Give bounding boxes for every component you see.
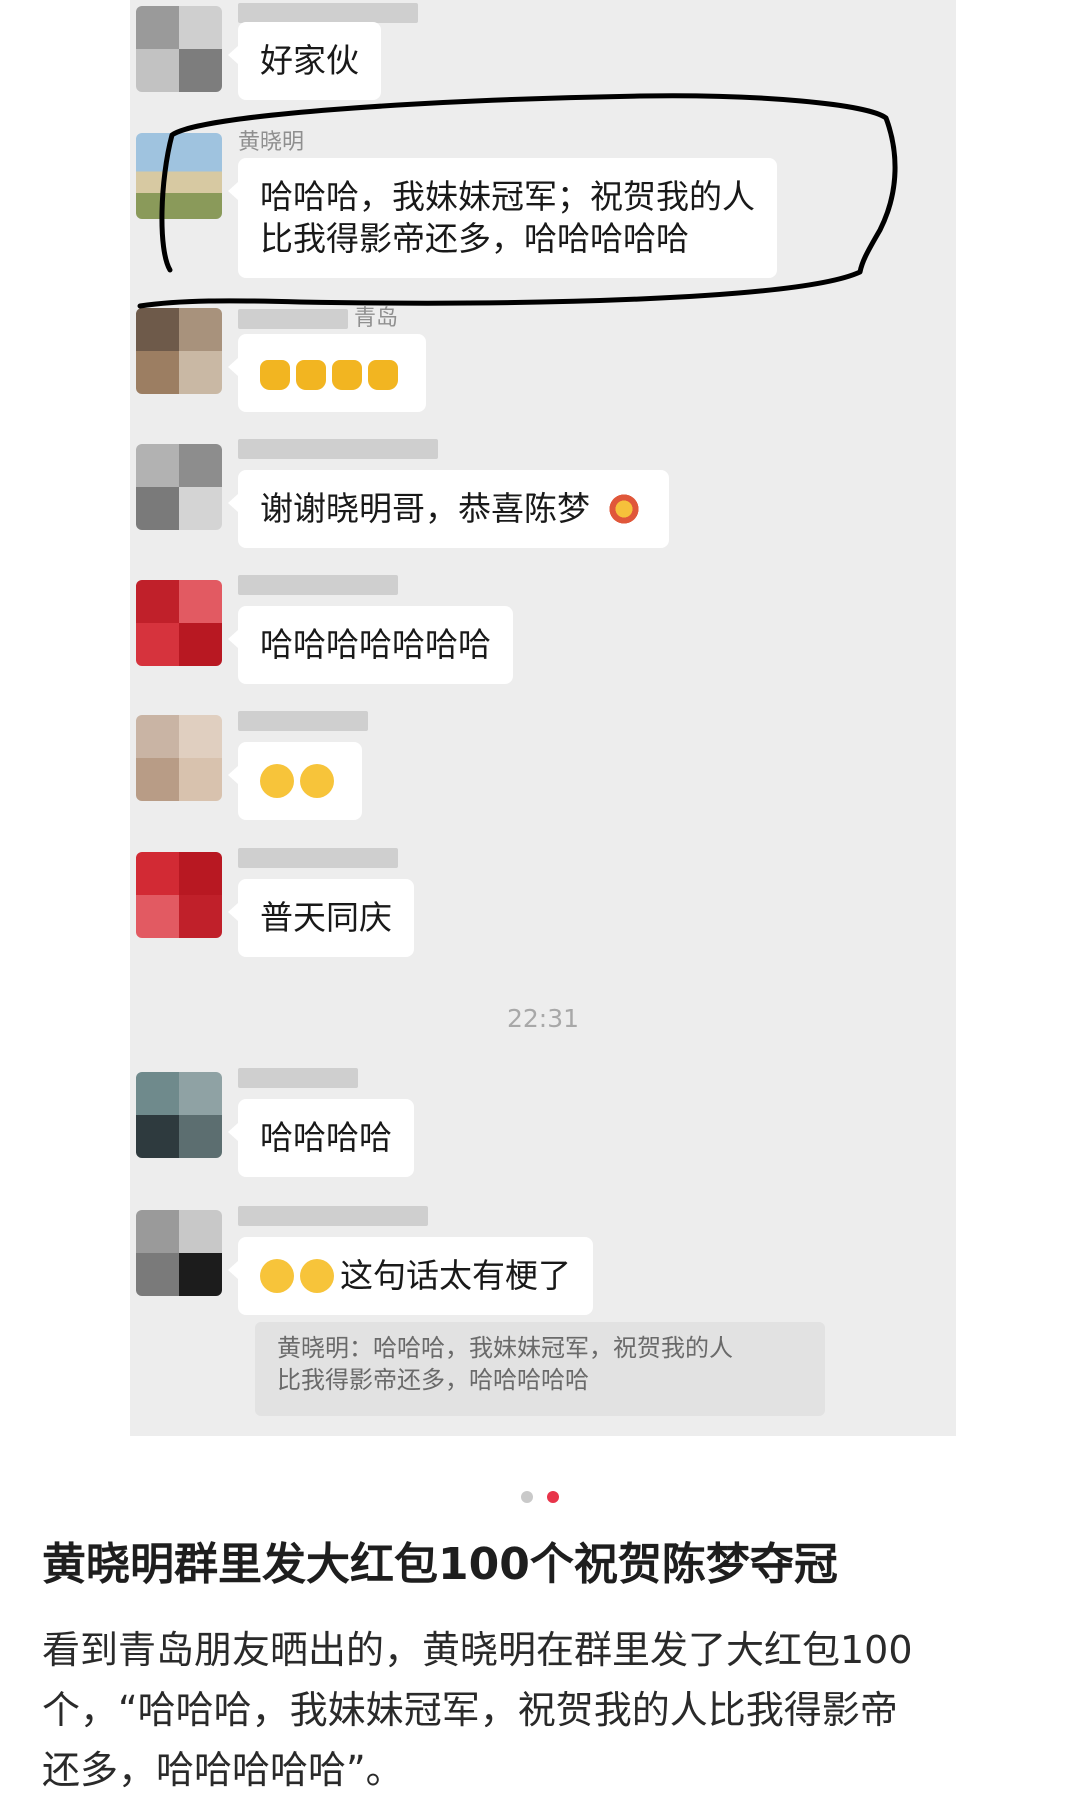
article-body-line: 看到青岛朋友晒出的，黄晓明在群里发了大红包100 bbox=[42, 1628, 913, 1672]
article-body: 看到青岛朋友晒出的，黄晓明在群里发了大红包100 个，“哈哈哈，我妹妹冠军，祝贺… bbox=[42, 1620, 1022, 1800]
message-bubble[interactable] bbox=[228, 334, 426, 412]
message-timestamp: 22:31 bbox=[506, 1004, 580, 1033]
message-bubble[interactable]: 这句话太有梗了 bbox=[228, 1237, 593, 1315]
message-bubble[interactable] bbox=[228, 742, 362, 820]
article-body-line: 个，“哈哈哈，我妹妹冠军，祝贺我的人比我得影帝 bbox=[42, 1688, 898, 1732]
article-title: 黄晓明群里发大红包100个祝贺陈梦夺冠 bbox=[42, 1539, 838, 1590]
avatar[interactable] bbox=[136, 6, 222, 92]
message-bubble[interactable]: 谢谢晓明哥，恭喜陈梦 bbox=[228, 470, 669, 548]
sender-name-text: 青岛 bbox=[354, 306, 399, 331]
sender-name-blurred bbox=[238, 1203, 434, 1228]
avatar[interactable] bbox=[136, 444, 222, 530]
quoted-message[interactable]: 黄晓明：哈哈哈，我妹妹冠军，祝贺我的人 比我得影帝还多，哈哈哈哈哈 bbox=[255, 1322, 825, 1416]
sender-name: 黄晓明 bbox=[238, 130, 305, 155]
thumbs-up-icon bbox=[332, 360, 362, 390]
avatar[interactable] bbox=[136, 580, 222, 666]
message-text: 哈哈哈哈 bbox=[260, 1118, 392, 1157]
laughing-crying-icon bbox=[300, 764, 334, 798]
message-text: 这句话太有梗了 bbox=[340, 1256, 571, 1295]
avatar[interactable] bbox=[136, 1210, 222, 1296]
laughing-icon bbox=[260, 1259, 294, 1293]
avatar[interactable] bbox=[136, 1072, 222, 1158]
sender-name-blurred bbox=[238, 708, 374, 733]
chat-screenshot: 好家伙 黄晓明 哈哈哈，我妹妹冠军；祝贺我的人 比我得影帝还多，哈哈哈哈哈 青岛… bbox=[130, 0, 956, 1436]
thumbs-up-icon bbox=[260, 360, 290, 390]
sender-name-blurred bbox=[238, 845, 404, 870]
quoted-message-line: 比我得影帝还多，哈哈哈哈哈 bbox=[277, 1366, 589, 1394]
thumbs-up-icon bbox=[296, 360, 326, 390]
article-body-line: 还多，哈哈哈哈哈”。 bbox=[42, 1748, 404, 1792]
sender-name: 青岛 bbox=[238, 300, 398, 332]
message-text-line: 哈哈哈，我妹妹冠军；祝贺我的人 bbox=[260, 177, 755, 216]
message-bubble[interactable]: 普天同庆 bbox=[228, 879, 414, 957]
avatar-huang-xiaoming[interactable] bbox=[136, 133, 222, 219]
message-bubble[interactable]: 哈哈哈，我妹妹冠军；祝贺我的人 比我得影帝还多，哈哈哈哈哈 bbox=[228, 158, 777, 278]
message-bubble[interactable]: 好家伙 bbox=[228, 22, 381, 100]
message-text: 好家伙 bbox=[260, 41, 359, 80]
message-text: 哈哈哈哈哈哈哈 bbox=[260, 625, 491, 664]
message-bubble[interactable]: 哈哈哈哈哈哈哈 bbox=[228, 606, 513, 684]
avatar[interactable] bbox=[136, 852, 222, 938]
sender-name-blurred bbox=[238, 436, 444, 461]
sender-name-blurred bbox=[238, 572, 404, 597]
carousel-dot-active[interactable] bbox=[546, 1491, 559, 1503]
avatar[interactable] bbox=[136, 308, 222, 394]
laughing-crying-icon bbox=[260, 764, 294, 798]
laughing-icon bbox=[300, 1259, 334, 1293]
message-text: 普天同庆 bbox=[260, 898, 392, 937]
quoted-message-line: 黄晓明：哈哈哈，我妹妹冠军，祝贺我的人 bbox=[277, 1334, 733, 1362]
message-bubble[interactable]: 哈哈哈哈 bbox=[228, 1099, 414, 1177]
message-text-line: 比我得影帝还多，哈哈哈哈哈 bbox=[260, 219, 689, 258]
thumbs-up-icon bbox=[368, 360, 398, 390]
carousel-dot[interactable] bbox=[521, 1491, 534, 1503]
carousel-indicator bbox=[0, 1488, 1080, 1507]
sender-name-blurred bbox=[238, 1065, 364, 1090]
message-text: 谢谢晓明哥，恭喜陈梦 bbox=[260, 489, 590, 528]
avatar[interactable] bbox=[136, 715, 222, 801]
fireworks-icon bbox=[606, 492, 641, 526]
